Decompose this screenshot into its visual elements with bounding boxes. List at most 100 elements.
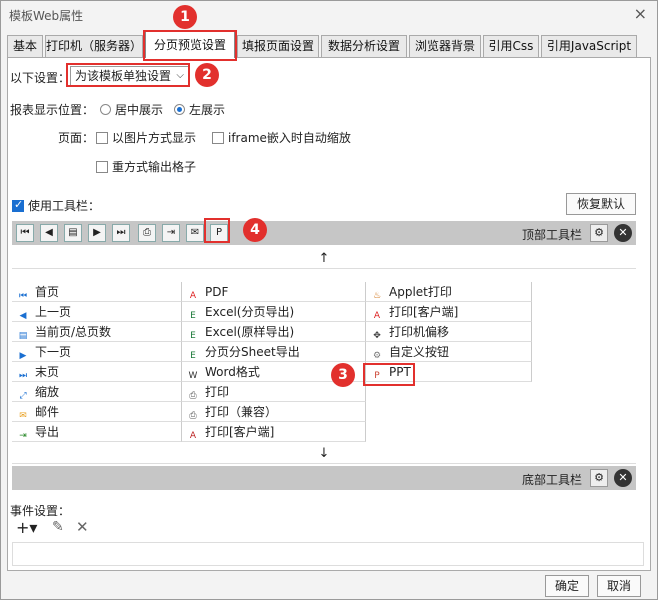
top-toolbar-label: 顶部工具栏 <box>522 228 583 242</box>
gear-icon[interactable]: ⚙ <box>590 469 608 487</box>
settings-select-value: 为该模板单独设置 <box>75 69 172 83</box>
grid-item-last[interactable]: ⏭ 末页 <box>12 362 182 382</box>
tab-fill-page[interactable]: 填报页面设置 <box>237 35 319 57</box>
gear-icon: ⚙ <box>372 351 382 361</box>
zoom-icon: ⤢ <box>19 391 27 401</box>
button-grid: ⏮ 首页 ◀ 上一页 ▤ 当前页/总页数 ▶ 下一页 ⏭ 末页 ⤢ 缩放 ✉ 邮件 ⇥ 导出 A… <box>12 282 636 442</box>
bottom-toolbar-band: 底部工具栏 ⚙ ✕ <box>12 466 636 490</box>
client-print-icon: A <box>189 431 197 441</box>
radio-icon[interactable] <box>174 104 185 115</box>
grid-item-first[interactable]: ⏮ 首页 <box>12 282 182 302</box>
step-badge-4: 4 <box>243 218 267 242</box>
print-icon[interactable]: ⎙ <box>138 224 156 242</box>
cancel-button[interactable]: 取消 <box>597 575 641 597</box>
tab-printer-server[interactable]: 打印机（服务器） <box>45 35 143 57</box>
grid-item-next[interactable]: ▶ 下一页 <box>12 342 182 362</box>
next-page-icon: ▶ <box>19 351 27 361</box>
page-number-icon: ▤ <box>18 331 28 341</box>
checkbox-iframe-zoom[interactable]: iframe嵌入时自动缩放 <box>212 129 351 146</box>
word-icon: W <box>188 371 198 381</box>
checkbox-output-grid[interactable]: 重方式输出格子 <box>96 158 196 175</box>
applet-icon: ♨ <box>372 291 382 301</box>
first-page-icon: ⏮ <box>18 291 28 301</box>
last-page-icon: ⏭ <box>18 371 28 381</box>
first-page-icon[interactable]: ⏮ <box>16 224 34 242</box>
settings-select[interactable]: 为该模板单独设置 ⌵ <box>70 66 190 86</box>
tab-pagination-preview[interactable]: 分页预览设置 <box>145 31 235 58</box>
excel-icon: E <box>190 331 196 341</box>
gear-icon[interactable]: ⚙ <box>590 224 608 242</box>
prev-page-icon[interactable]: ◀ <box>40 224 58 242</box>
move-up-button[interactable]: ↑ <box>12 249 636 269</box>
next-page-icon[interactable]: ▶ <box>88 224 106 242</box>
last-page-icon[interactable]: ⏭ <box>112 224 130 242</box>
checkbox-icon[interactable] <box>96 132 108 144</box>
tab-css[interactable]: 引用Css <box>483 35 539 57</box>
settings-label: 以下设置： <box>10 71 71 85</box>
grid-item-print-compat[interactable]: ⎙ 打印（兼容） <box>182 402 366 422</box>
tab-strip: 基本 打印机（服务器） 分页预览设置 填报页面设置 数据分析设置 浏览器背景 引… <box>7 31 651 58</box>
excel-icon: E <box>190 351 196 361</box>
checkbox-icon[interactable] <box>96 161 108 173</box>
tab-data-analysis[interactable]: 数据分析设置 <box>321 35 407 57</box>
grid-item-excel-sheet[interactable]: E 分页分Sheet导出 <box>182 342 366 362</box>
grid-item-excel-original[interactable]: E Excel(原样导出) <box>182 322 366 342</box>
radio-left[interactable]: 左展示 <box>174 101 225 118</box>
grid-item-email[interactable]: ✉ 邮件 <box>12 402 182 422</box>
print-icon: ⎙ <box>189 411 197 421</box>
title-bar: 模板Web属性 × <box>1 1 657 29</box>
grid-item-print-client-2[interactable]: A 打印[客户端] <box>366 302 532 322</box>
grid-item-zoom[interactable]: ⤢ 缩放 <box>12 382 182 402</box>
edit-icon[interactable]: ✎ <box>52 519 64 535</box>
tab-browser-bg[interactable]: 浏览器背景 <box>409 35 481 57</box>
delete-icon[interactable]: ✕ <box>614 469 632 487</box>
checkbox-icon[interactable] <box>212 132 224 144</box>
events-list[interactable] <box>12 542 644 566</box>
add-event-icon[interactable]: +▾ <box>16 518 37 537</box>
grid-item-ppt[interactable]: P PPT <box>366 362 532 382</box>
reset-default-button[interactable]: 恢复默认 <box>566 193 636 215</box>
export-icon[interactable]: ⇥ <box>162 224 180 242</box>
use-toolbar-check[interactable]: 使用工具栏： <box>12 197 100 214</box>
prev-page-icon: ◀ <box>19 311 27 321</box>
step-badge-3: 3 <box>331 363 355 387</box>
window-title: 模板Web属性 <box>9 9 84 23</box>
radio-center[interactable]: 居中展示 <box>100 101 163 118</box>
step-badge-1: 1 <box>173 5 197 29</box>
step-badge-2: 2 <box>195 63 219 87</box>
grid-item-printer-offset[interactable]: ✥ 打印机偏移 <box>366 322 532 342</box>
email-icon[interactable]: ✉ <box>186 224 204 242</box>
close-icon[interactable]: × <box>634 4 647 23</box>
grid-item-export[interactable]: ⇥ 导出 <box>12 422 182 442</box>
page-number-icon[interactable]: ▤ <box>64 224 82 242</box>
grid-item-prev[interactable]: ◀ 上一页 <box>12 302 182 322</box>
web-properties-dialog: 模板Web属性 × 基本 打印机（服务器） 分页预览设置 填报页面设置 数据分析… <box>0 0 658 600</box>
print-icon: ⎙ <box>189 391 197 401</box>
grid-item-print-client[interactable]: A 打印[客户端] <box>182 422 366 442</box>
tab-javascript[interactable]: 引用JavaScript <box>541 35 637 57</box>
grid-item-pdf[interactable]: A PDF <box>182 282 366 302</box>
grid-item-custom-button[interactable]: ⚙ 自定义按钮 <box>366 342 532 362</box>
tab-content: 以下设置： 为该模板单独设置 ⌵ 报表显示位置： 居中展示 左展示 页面： 以图… <box>7 57 651 571</box>
position-label: 报表显示位置： <box>10 103 95 117</box>
export-icon: ⇥ <box>19 431 27 441</box>
delete-icon[interactable]: ✕ <box>614 224 632 242</box>
grid-item-page-number[interactable]: ▤ 当前页/总页数 <box>12 322 182 342</box>
ok-button[interactable]: 确定 <box>545 575 589 597</box>
ppt-icon: P <box>374 371 380 381</box>
tab-basic[interactable]: 基本 <box>7 35 43 57</box>
pdf-icon: A <box>189 291 197 301</box>
chevron-down-icon: ⌵ <box>176 70 184 81</box>
ppt-icon[interactable]: P <box>210 224 228 242</box>
move-icon: ✥ <box>373 331 381 341</box>
checkbox-icon[interactable] <box>12 198 24 212</box>
remove-icon[interactable]: ✕ <box>76 518 89 536</box>
checkbox-image-mode[interactable]: 以图片方式显示 <box>96 129 196 146</box>
radio-icon[interactable] <box>100 104 111 115</box>
bottom-toolbar-label: 底部工具栏 <box>522 473 583 487</box>
move-down-button[interactable]: ↓ <box>12 444 636 464</box>
events-label: 事件设置： <box>10 504 71 518</box>
grid-item-excel-paged[interactable]: E Excel(分页导出) <box>182 302 366 322</box>
top-toolbar-band: ⏮ ◀ ▤ ▶ ⏭ ⎙ ⇥ ✉ P 顶部工具栏 ⚙ ✕ <box>12 221 636 245</box>
grid-item-applet-print[interactable]: ♨ Applet打印 <box>366 282 532 302</box>
